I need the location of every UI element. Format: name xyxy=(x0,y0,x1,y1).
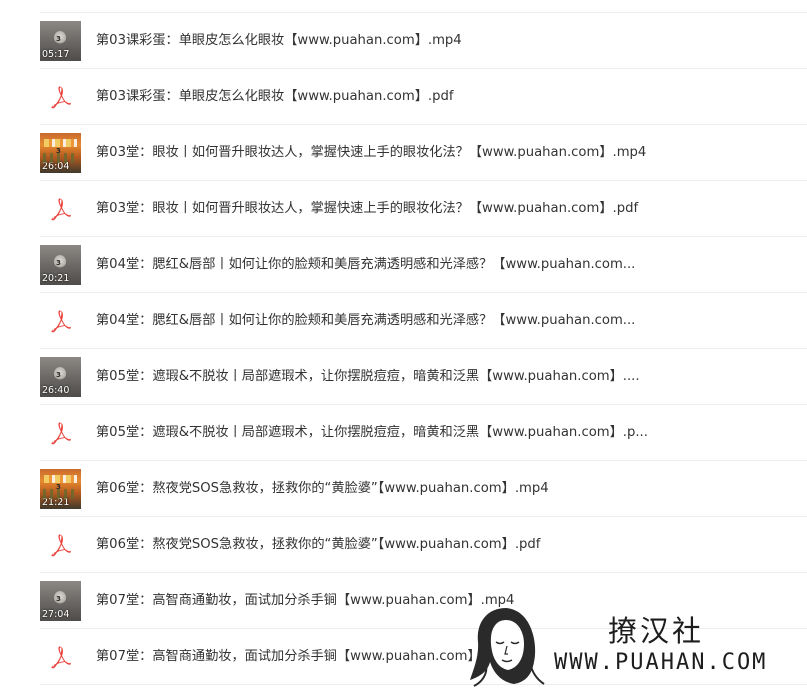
file-name[interactable]: 第06堂：熬夜党SOS急救妆，拯救你的“黄脸婆”【www.puahan.com】… xyxy=(96,461,549,516)
file-name[interactable]: 第03课彩蛋：单眼皮怎么化眼妆【www.puahan.com】.pdf xyxy=(96,69,453,124)
video-thumbnail: 3 27:04 xyxy=(40,581,81,621)
pdf-file-row[interactable]: 第03堂：眼妆丨如何晋升眼妆达人，掌握快速上手的眼妆化法？【www.puahan… xyxy=(40,181,807,237)
pdf-icon xyxy=(48,531,74,557)
video-duration: 26:04 xyxy=(42,161,70,172)
video-thumbnail: 3 26:40 xyxy=(40,357,81,397)
pdf-icon xyxy=(48,419,74,445)
file-name[interactable]: 第04堂：腮红&唇部丨如何让你的脸颊和美唇充满透明感和光泽感？【www.puah… xyxy=(96,293,635,348)
file-name[interactable]: 第03堂：眼妆丨如何晋升眼妆达人，掌握快速上手的眼妆化法？【www.puahan… xyxy=(96,125,646,180)
file-name[interactable]: 第04堂：腮红&唇部丨如何让你的脸颊和美唇充满透明感和光泽感？【www.puah… xyxy=(96,237,635,292)
thumbnail-mark: 3 xyxy=(56,483,61,491)
thumbnail-mark: 3 xyxy=(56,147,61,155)
thumbnail-mark: 3 xyxy=(56,259,61,267)
video-duration: 05:17 xyxy=(42,49,70,60)
pdf-icon xyxy=(48,83,74,109)
watermark-url: WWW.PUAHAN.COM xyxy=(554,650,768,675)
video-thumbnail: 3 21:21 xyxy=(40,469,81,509)
video-file-row[interactable]: 3 26:04 第03堂：眼妆丨如何晋升眼妆达人，掌握快速上手的眼妆化法？【www.… xyxy=(40,125,807,181)
video-thumbnail: 3 20:21 xyxy=(40,245,81,285)
watermark-title: 撩汉社 xyxy=(608,614,705,648)
video-duration: 27:04 xyxy=(42,609,70,620)
file-name[interactable]: 第03堂：眼妆丨如何晋升眼妆达人，掌握快速上手的眼妆化法？【www.puahan… xyxy=(96,181,638,236)
pdf-file-row[interactable]: 第03课彩蛋：单眼皮怎么化眼妆【www.puahan.com】.pdf xyxy=(40,69,807,125)
video-duration: 20:21 xyxy=(42,273,70,284)
file-name[interactable]: 第07堂：高智商通勤妆，面试加分杀手锏【www.puahan.com】.pdf xyxy=(96,629,506,684)
file-name[interactable]: 第07堂：高智商通勤妆，面试加分杀手锏【www.puahan.com】.mp4 xyxy=(96,573,514,628)
pdf-icon xyxy=(48,643,74,669)
pdf-icon xyxy=(48,195,74,221)
thumbnail-mark: 3 xyxy=(56,595,61,603)
file-name[interactable]: 第06堂：熬夜党SOS急救妆，拯救你的“黄脸婆”【www.puahan.com】… xyxy=(96,517,540,572)
file-name[interactable]: 第05堂：遮瑕&不脱妆丨局部遮瑕术，让你摆脱痘痘，暗黄和泛黑【www.puaha… xyxy=(96,405,648,460)
watermark: 撩汉社 WWW.PUAHAN.COM xyxy=(468,600,807,690)
file-name[interactable]: 第03课彩蛋：单眼皮怎么化眼妆【www.puahan.com】.mp4 xyxy=(96,13,462,68)
video-thumbnail: 3 05:17 xyxy=(40,21,81,61)
video-duration: 21:21 xyxy=(42,497,70,508)
file-name[interactable]: 第05堂：遮瑕&不脱妆丨局部遮瑕术，让你摆脱痘痘，暗黄和泛黑【www.puaha… xyxy=(96,349,640,404)
pdf-file-row[interactable]: 第04堂：腮红&唇部丨如何让你的脸颊和美唇充满透明感和光泽感？【www.puah… xyxy=(40,293,807,349)
thumbnail-mark: 3 xyxy=(56,371,61,379)
video-file-row[interactable]: 3 21:21 第06堂：熬夜党SOS急救妆，拯救你的“黄脸婆”【www.puaha… xyxy=(40,461,807,517)
video-file-row[interactable]: 3 26:40 第05堂：遮瑕&不脱妆丨局部遮瑕术，让你摆脱痘痘，暗黄和泛黑【www… xyxy=(40,349,807,405)
video-file-row[interactable]: 3 20:21 第04堂：腮红&唇部丨如何让你的脸颊和美唇充满透明感和光泽感？【ww… xyxy=(40,237,807,293)
pdf-file-row[interactable]: 第06堂：熬夜党SOS急救妆，拯救你的“黄脸婆”【www.puahan.com】… xyxy=(40,517,807,573)
thumbnail-mark: 3 xyxy=(56,35,61,43)
video-thumbnail: 3 26:04 xyxy=(40,133,81,173)
video-file-row[interactable]: 3 05:17 第03课彩蛋：单眼皮怎么化眼妆【www.puahan.com】.mp… xyxy=(40,13,807,69)
pdf-file-row[interactable]: 第05堂：遮瑕&不脱妆丨局部遮瑕术，让你摆脱痘痘，暗黄和泛黑【www.puaha… xyxy=(40,405,807,461)
woman-face-logo xyxy=(470,608,545,687)
pdf-icon xyxy=(48,307,74,333)
video-duration: 26:40 xyxy=(42,385,70,396)
